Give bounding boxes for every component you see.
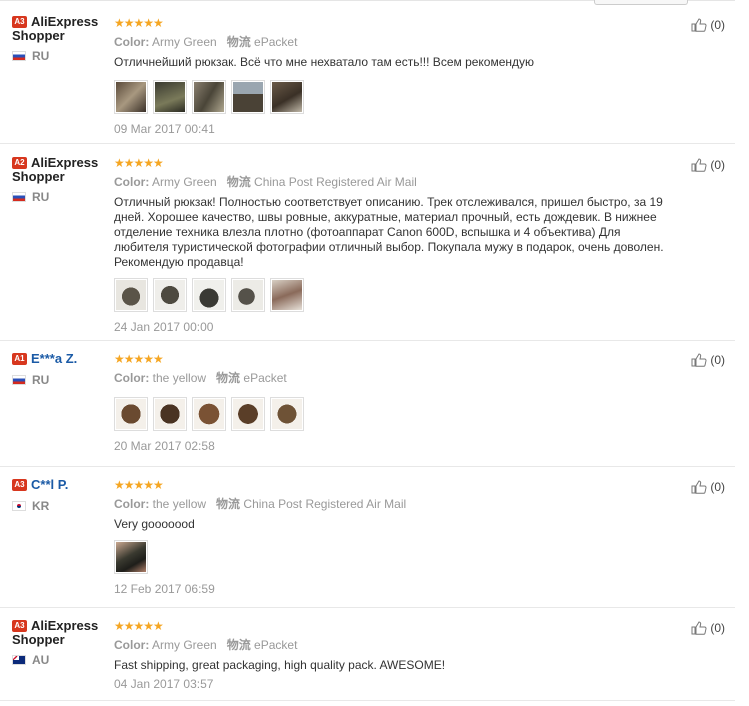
review-date: 20 Mar 2017 02:58 [114,439,215,453]
order-color: Army Green [152,175,217,189]
review-photo-thumbnail[interactable] [114,540,148,574]
review-date: 04 Jan 2017 03:57 [114,677,214,691]
review-body: ★★★★★ Color: Army Green 物流 ePacket Отличн… [114,16,674,136]
thumbs-up-icon [691,18,707,32]
reviewer-country: RU [32,49,50,63]
flag-ru-icon [12,191,26,202]
review-date: 12 Feb 2017 06:59 [114,582,215,596]
review-photos [114,80,674,114]
review-date: 09 Mar 2017 00:41 [114,122,215,136]
reviewer-info: A3 AliExpress Shopper AU [12,619,112,667]
thumbs-up-icon [691,158,707,172]
review-item: A2 AliExpress Shopper RU ★★★★★ Color: Arm… [0,144,735,341]
review-photo-thumbnail[interactable] [270,80,304,114]
reviewer-info: A1 E***a Z. RU [12,352,112,387]
review-photo-thumbnail[interactable] [231,278,265,312]
helpful-count: (0) [710,353,725,367]
flag-ru-icon [12,50,26,61]
thumbs-up-icon [691,621,707,635]
reviewer-country: AU [32,653,50,667]
review-photo-thumbnail[interactable] [270,278,304,312]
reviewer-country: KR [32,499,50,513]
buyer-level-badge: A3 [12,478,27,491]
reviewer-info: A3 C**l P. KR [12,478,112,513]
review-photo-thumbnail[interactable] [231,397,265,431]
pagination-control[interactable] [594,0,688,5]
thumbs-up-icon [691,353,707,367]
rating-stars-icon: ★★★★★ [114,16,164,30]
order-shipping: China Post Registered Air Mail [254,175,417,189]
reviewer-country: RU [32,373,50,387]
review-photo-thumbnail[interactable] [192,80,226,114]
reviewer-country: RU [32,190,50,204]
order-shipping: China Post Registered Air Mail [243,497,407,511]
reviewer-info: A3 AliExpress Shopper RU [12,15,112,63]
review-photo-thumbnail[interactable] [153,397,187,431]
flag-au-icon [12,654,26,665]
reviewer-name: C**l P. [31,477,69,492]
review-item: A1 E***a Z. RU ★★★★★ Color: the yellow 物流 … [0,341,735,467]
review-photo-thumbnail[interactable] [153,80,187,114]
rating-stars-icon: ★★★★★ [114,619,164,633]
review-photo-thumbnail[interactable] [192,278,226,312]
review-text: Отличнейший рюкзак. Всё что мне нехватал… [114,55,535,69]
order-shipping: ePacket [254,35,298,49]
order-color: the yellow [152,371,207,385]
review-photos [114,397,674,431]
review-body: ★★★★★ Color: Army Green 物流 ePacket Fast s… [114,619,674,691]
order-info: Color: the yellow 物流 ePacket [114,371,287,385]
helpful-count: (0) [710,480,725,494]
review-body: ★★★★★ Color: the yellow 物流 China Post Reg… [114,478,674,596]
helpful-count: (0) [710,621,725,635]
reviewer-name: E***a Z. [31,351,78,366]
review-photo-thumbnail[interactable] [114,397,148,431]
rating-stars-icon: ★★★★★ [114,156,164,170]
review-photos [114,540,674,574]
helpful-button[interactable]: (0) [691,353,725,368]
helpful-button[interactable]: (0) [691,621,725,636]
review-photo-thumbnail[interactable] [192,397,226,431]
helpful-count: (0) [710,158,725,172]
review-photo-thumbnail[interactable] [114,278,148,312]
review-photo-thumbnail[interactable] [114,80,148,114]
rating-stars-icon: ★★★★★ [114,478,164,492]
helpful-count: (0) [710,18,725,32]
review-item: A3 AliExpress Shopper RU ★★★★★ Color: Arm… [0,8,735,144]
order-shipping: ePacket [243,371,287,385]
review-photo-thumbnail[interactable] [153,278,187,312]
review-body: ★★★★★ Color: the yellow 物流 ePacket 20 Mar… [114,352,674,453]
review-item: A3 AliExpress Shopper AU ★★★★★ Color: Arm… [0,608,735,701]
buyer-level-badge: A3 [12,15,27,28]
reviewer-info: A2 AliExpress Shopper RU [12,156,112,204]
order-info: Color: Army Green 物流 ePacket [114,638,298,652]
helpful-button[interactable]: (0) [691,480,725,495]
helpful-button[interactable]: (0) [691,158,725,173]
review-date: 24 Jan 2017 00:00 [114,320,214,334]
rating-stars-icon: ★★★★★ [114,352,164,366]
buyer-level-badge: A1 [12,352,27,365]
review-text: Very gooooood [114,517,195,531]
order-color: the yellow [152,497,207,511]
order-info: Color: Army Green 物流 ePacket [114,35,298,49]
order-info: Color: Army Green 物流 China Post Registere… [114,175,417,189]
buyer-level-badge: A2 [12,156,27,169]
review-photo-thumbnail[interactable] [270,397,304,431]
flag-kr-icon [12,500,26,511]
order-shipping: ePacket [254,638,298,652]
review-photos [114,278,674,312]
order-info: Color: the yellow 物流 China Post Registere… [114,497,407,511]
review-item: A3 C**l P. KR ★★★★★ Color: the yellow 物流 C… [0,467,735,608]
buyer-level-badge: A3 [12,619,27,632]
flag-ru-icon [12,374,26,385]
thumbs-up-icon [691,480,707,494]
review-text: Fast shipping, great packaging, high qua… [114,658,446,672]
review-text: Отличный рюкзак! Полностью соответствует… [114,195,664,269]
helpful-button[interactable]: (0) [691,18,725,33]
order-color: Army Green [152,638,217,652]
review-photo-thumbnail[interactable] [231,80,265,114]
review-body: ★★★★★ Color: Army Green 物流 China Post Reg… [114,156,674,334]
order-color: Army Green [152,35,217,49]
